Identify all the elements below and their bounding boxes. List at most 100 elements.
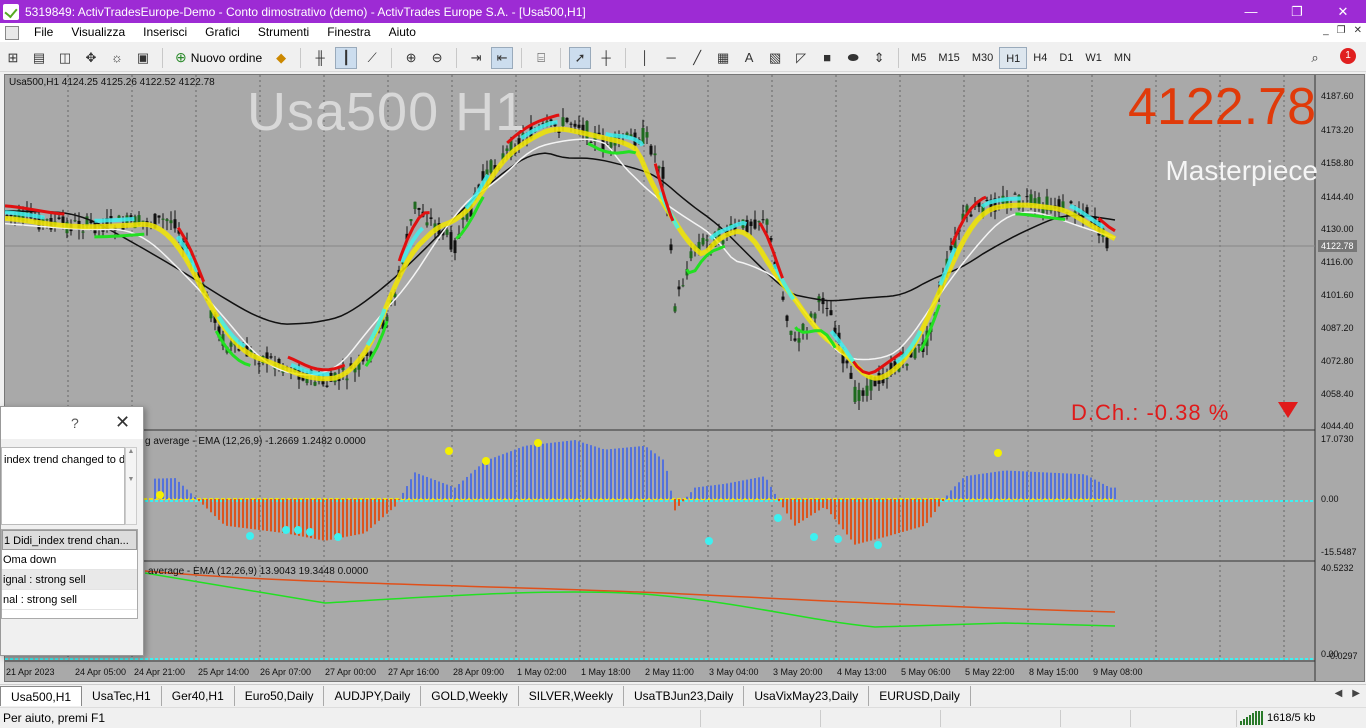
candlestick-icon[interactable]: ┃ — [335, 46, 358, 69]
alert-row[interactable]: nal : strong sell — [2, 590, 137, 610]
rectangle-icon[interactable]: ■ — [816, 47, 838, 69]
zoom-in-icon[interactable]: ⊕ — [400, 47, 422, 69]
market-watch-icon[interactable]: ◫ — [54, 47, 76, 69]
timeframe-w1[interactable]: W1 — [1079, 47, 1108, 69]
chart-window[interactable]: Usa500,H1 4124.25 4125.26 4122.52 4122.7… — [4, 74, 1365, 682]
tab-usatec-h1[interactable]: UsaTec,H1 — [82, 685, 162, 706]
channel-icon[interactable]: ▦ — [712, 47, 734, 69]
tab-silver-weekly[interactable]: SILVER,Weekly — [519, 685, 625, 706]
candle-body — [673, 306, 677, 312]
tab-usa500-h1[interactable]: Usa500,H1 — [0, 685, 83, 706]
candle-body — [61, 216, 65, 224]
timeframe-mn[interactable]: MN — [1108, 47, 1137, 69]
menu-charts[interactable]: Grafici — [196, 23, 249, 42]
tab-usatbjun23-daily[interactable]: UsaTBJun23,Daily — [624, 685, 745, 706]
message-scrollbar[interactable]: ▲ ▼ — [125, 447, 137, 525]
trendline-icon[interactable]: ╱ — [686, 47, 708, 69]
notification-badge[interactable]: 1 — [1340, 48, 1356, 64]
tab-right-icon[interactable]: ▶ — [1352, 688, 1360, 699]
timeframe-h1[interactable]: H1 — [999, 46, 1028, 69]
alert-row[interactable]: Oma down — [2, 550, 137, 570]
tab-usavixmay23-daily[interactable]: UsaVixMay23,Daily — [744, 685, 870, 706]
candle-body — [1013, 193, 1017, 195]
candle-body — [565, 117, 569, 123]
connection-status[interactable]: 1618/5 kb — [1240, 711, 1315, 725]
navigator-icon[interactable]: ✥ — [80, 47, 102, 69]
candle-body — [1037, 197, 1041, 204]
help-icon[interactable]: ? — [71, 415, 79, 431]
alert-row[interactable]: 1 Didi_index trend chan... — [2, 530, 137, 550]
zoom-out-icon[interactable]: ⊖ — [426, 47, 448, 69]
timeframe-m30[interactable]: M30 — [966, 47, 999, 69]
auto-scroll-icon[interactable]: ⇥ — [465, 47, 487, 69]
tab-eurusd-daily[interactable]: EURUSD,Daily — [869, 685, 971, 706]
signal-line — [144, 572, 1116, 628]
autotrading-icon[interactable]: ◆ — [270, 47, 292, 69]
down-arrow-icon — [1278, 402, 1298, 418]
price-axis-label: 4087.20 — [1321, 323, 1354, 333]
candle-body — [865, 385, 869, 396]
menu-insert[interactable]: Inserisci — [134, 23, 196, 42]
crosshair-icon[interactable]: ┼ — [595, 47, 617, 69]
candle-body — [505, 148, 509, 151]
vertical-line-icon[interactable]: │ — [634, 47, 656, 69]
tab-euro50-daily[interactable]: Euro50,Daily — [235, 685, 325, 706]
signal-dot — [294, 526, 302, 534]
candle-body — [173, 219, 177, 229]
status-help: Per aiuto, premi F1 — [3, 711, 106, 725]
mdi-close-icon[interactable]: ✕ — [1354, 25, 1362, 36]
arrows-icon[interactable]: ⇕ — [868, 47, 890, 69]
search-icon[interactable]: ⌕ — [1304, 47, 1326, 69]
symbol-info: Usa500,H1 4124.25 4125.26 4122.52 4122.7… — [9, 77, 215, 88]
profiles-icon[interactable]: ▤ — [28, 47, 50, 69]
close-icon[interactable]: ✕ — [115, 412, 130, 433]
new-order-button[interactable]: ⊕ Nuovo ordine — [169, 47, 268, 69]
close-window-button[interactable]: ✕ — [1320, 0, 1366, 23]
line-chart-icon[interactable]: ⟋ — [361, 47, 383, 69]
terminal-icon[interactable]: ▣ — [132, 47, 154, 69]
chart-canvas[interactable] — [5, 75, 1365, 682]
timeframe-m15[interactable]: M15 — [932, 47, 965, 69]
tab-gold-weekly[interactable]: GOLD,Weekly — [421, 685, 519, 706]
data-window-icon[interactable]: ☼ — [106, 47, 128, 69]
alert-row[interactable]: ignal : strong sell — [2, 570, 137, 590]
mdi-minimize-icon[interactable]: _ — [1323, 25, 1329, 36]
candle-body — [853, 386, 857, 402]
candle-body — [589, 141, 593, 143]
candle-body — [661, 166, 665, 179]
mdi-restore-icon[interactable]: ❐ — [1337, 25, 1346, 36]
bar-chart-icon[interactable]: ╫ — [309, 47, 331, 69]
menu-file[interactable]: File — [25, 23, 62, 42]
candle-body — [257, 363, 261, 365]
menu-help[interactable]: Aiuto — [380, 23, 425, 42]
chart-shift-icon[interactable]: ⇤ — [491, 46, 514, 69]
timeframe-d1[interactable]: D1 — [1053, 47, 1079, 69]
price-axis-label: 4101.60 — [1321, 290, 1354, 300]
horizontal-line-icon[interactable]: ─ — [660, 47, 682, 69]
cursor-icon[interactable]: ➚ — [569, 46, 592, 69]
candle-body — [573, 123, 577, 127]
document-icon[interactable] — [5, 25, 19, 40]
ellipse-icon[interactable]: ⬬ — [842, 47, 864, 69]
timeframe-m5[interactable]: M5 — [905, 47, 932, 69]
signal-dot — [705, 537, 713, 545]
indicators-icon[interactable]: ⌸ — [530, 47, 552, 69]
text-icon[interactable]: A — [738, 47, 760, 69]
timeframe-h4[interactable]: H4 — [1027, 47, 1053, 69]
minimize-button[interactable]: — — [1228, 0, 1274, 23]
restore-button[interactable]: ❐ — [1274, 0, 1320, 23]
time-axis-label: 9 May 08:00 — [1093, 667, 1143, 677]
fibonacci-icon[interactable]: ▧ — [764, 47, 786, 69]
status-divider — [1236, 710, 1237, 727]
signal-dot — [834, 535, 842, 543]
new-chart-icon[interactable]: ⊞ — [2, 47, 24, 69]
toolbar-separator — [898, 47, 900, 68]
menu-tools[interactable]: Strumenti — [249, 23, 318, 42]
tab-audjpy-daily[interactable]: AUDJPY,Daily — [324, 685, 422, 706]
tab-ger40-h1[interactable]: Ger40,H1 — [162, 685, 235, 706]
fibo-fan-icon[interactable]: ◸ — [790, 47, 812, 69]
menu-view[interactable]: Visualizza — [62, 23, 134, 42]
tab-left-icon[interactable]: ◀ — [1335, 688, 1343, 699]
menu-window[interactable]: Finestra — [318, 23, 379, 42]
toolbar-separator — [162, 47, 163, 68]
